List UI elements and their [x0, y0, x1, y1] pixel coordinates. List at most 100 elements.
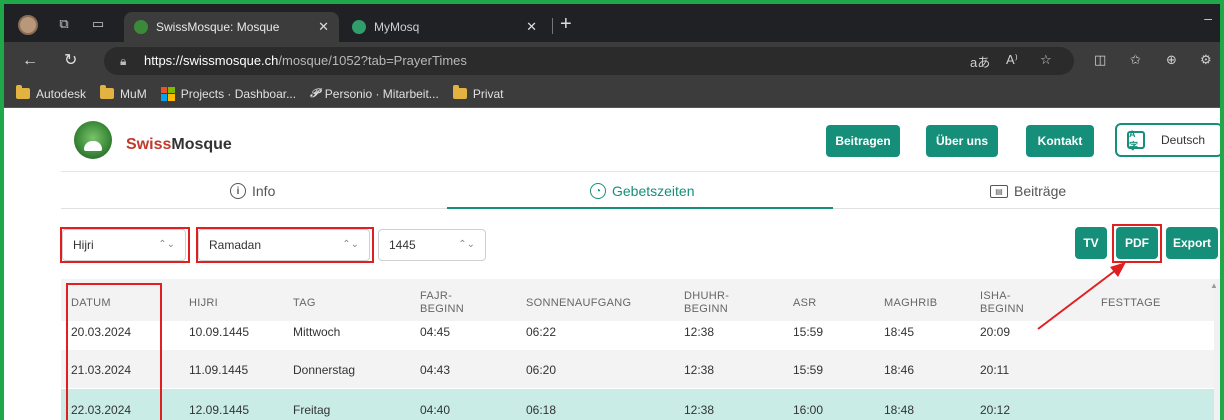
cell-dhuhr: 12:38: [684, 403, 715, 417]
cell-day: Freitag: [293, 403, 331, 417]
new-tab-icon[interactable]: +: [560, 14, 572, 34]
lock-icon: 🔒︎: [120, 54, 127, 68]
brand-name[interactable]: SwissMosque: [126, 136, 232, 154]
cell-isha: 20:12: [980, 403, 1011, 417]
profile-avatar[interactable]: [18, 15, 38, 35]
cell-sunrise: 06:18: [526, 403, 557, 417]
favorite-star-icon[interactable]: ☆: [1040, 52, 1052, 68]
bookmark-personio[interactable]: 𝒫 Personio · Mitarbeit...: [310, 86, 439, 101]
active-tab-indicator: [447, 207, 833, 209]
tab-prayer-times[interactable]: ◔ Gebetszeiten: [590, 183, 695, 199]
personio-icon: 𝒫: [310, 86, 319, 100]
minimize-icon[interactable]: –: [1204, 10, 1212, 26]
tab-label: Beiträge: [1014, 183, 1067, 199]
tab-label: Gebetszeiten: [612, 183, 695, 199]
projects-icon: [160, 86, 175, 101]
browser-tab-mymosq[interactable]: MyMosq ✕: [342, 12, 547, 42]
url-path: /mosque/1052?tab=PrayerTimes: [278, 53, 467, 68]
bookmark-mum[interactable]: MuM: [100, 85, 147, 101]
clock-icon: ◔: [590, 183, 606, 199]
cell-dhuhr: 12:38: [684, 325, 715, 339]
url-field[interactable]: 🔒︎ https://swissmosque.ch/mosque/1052?ta…: [104, 47, 1074, 75]
web-page: SwissMosque Beitragen Über uns Kontakt A…: [4, 109, 1220, 420]
site-header: SwissMosque Beitragen Über uns Kontakt A…: [4, 109, 1220, 171]
reload-icon[interactable]: ↻: [64, 52, 77, 70]
bookmark-label: Privat: [472, 86, 504, 101]
table-row[interactable]: 21.03.2024 11.09.1445 Donnerstag 04:43 0…: [61, 350, 1214, 388]
immersive-reader-icon[interactable]: A⁾: [1006, 52, 1018, 68]
info-icon: i: [230, 183, 246, 199]
split-screen-icon[interactable]: ◫: [1094, 52, 1106, 68]
scroll-up-icon[interactable]: ▲: [1210, 281, 1218, 290]
header-divider: [61, 171, 1220, 172]
about-button[interactable]: Über uns: [926, 125, 998, 157]
mymosq-favicon: [352, 20, 366, 34]
column-header[interactable]: MAGHRIB: [884, 297, 937, 310]
browser-tab-swissmosque[interactable]: SwissMosque: Mosque ✕: [124, 12, 339, 42]
language-selector[interactable]: A字 Deutsch: [1115, 123, 1220, 157]
folder-icon: [16, 85, 30, 99]
cell-sunrise: 06:22: [526, 325, 557, 339]
table-row-highlighted[interactable]: 22.03.2024 12.09.1445 Freitag 04:40 06:1…: [61, 389, 1214, 420]
tab-separator: [552, 18, 553, 34]
contact-button[interactable]: Kontakt: [1026, 125, 1094, 157]
annotation-box: [196, 227, 374, 263]
cell-day: Mittwoch: [293, 325, 341, 339]
tab-posts[interactable]: ▤ Beiträge: [990, 183, 1066, 199]
brand-mosque: Mosque: [171, 136, 232, 153]
workspaces-icon[interactable]: ⧉: [56, 16, 72, 32]
tab-title: MyMosq: [374, 20, 420, 34]
read-aloud-icon[interactable]: aあ: [970, 52, 990, 71]
bookmark-label: MuM: [120, 86, 147, 101]
bookmark-projects[interactable]: Projects · Dashboar...: [160, 86, 297, 101]
cell-maghrib: 18:45: [884, 325, 915, 339]
extensions-icon[interactable]: ⚙: [1200, 52, 1212, 68]
cell-maghrib: 18:46: [884, 363, 915, 377]
column-header[interactable]: FAJR- BEGINN: [420, 290, 464, 316]
folder-icon: [452, 85, 467, 99]
cell-hijri: 12.09.1445: [189, 403, 250, 417]
bookmark-label: Projects · Dashboar...: [180, 86, 297, 101]
select-chevron-icon: ⌃⌄: [458, 239, 475, 250]
folder-icon: [100, 85, 115, 99]
cell-asr: 16:00: [793, 403, 824, 417]
cell-fajr: 04:45: [420, 325, 451, 339]
cell-dhuhr: 12:38: [684, 363, 715, 377]
cell-fajr: 04:40: [420, 403, 451, 417]
bookmark-privat[interactable]: Privat: [452, 85, 504, 101]
year-value: 1445: [389, 238, 416, 252]
bookmark-label: Autodesk: [36, 86, 87, 101]
cell-fajr: 04:43: [420, 363, 451, 377]
close-tab-icon[interactable]: ✕: [318, 19, 329, 35]
column-header[interactable]: ISHA- BEGINN: [980, 290, 1024, 316]
tab-actions-icon[interactable]: ▭: [90, 16, 106, 32]
column-header[interactable]: DHUHR- BEGINN: [684, 290, 729, 316]
cell-day: Donnerstag: [293, 363, 356, 377]
cell-asr: 15:59: [793, 325, 824, 339]
contribute-button[interactable]: Beitragen: [826, 125, 900, 157]
tab-label: Info: [252, 183, 276, 199]
column-header[interactable]: ASR: [793, 297, 817, 310]
language-label: Deutsch: [1161, 133, 1206, 147]
annotation-box: [66, 283, 162, 420]
back-icon[interactable]: ←: [22, 52, 38, 70]
table-scrollbar[interactable]: [1214, 279, 1220, 420]
cell-sunrise: 06:20: [526, 363, 557, 377]
column-header[interactable]: SONNENAUFGANG: [526, 297, 631, 310]
collections-icon[interactable]: ⊕: [1166, 52, 1177, 68]
export-button[interactable]: Export: [1166, 227, 1218, 259]
bookmarks-bar: Autodesk MuM Projects · Dashboar... 𝒫 Per…: [4, 80, 1220, 108]
translate-icon: A字: [1127, 129, 1145, 151]
favorites-icon[interactable]: ✩: [1130, 52, 1141, 68]
year-select[interactable]: 1445 ⌃⌄: [378, 229, 486, 261]
column-header[interactable]: HIJRI: [189, 297, 218, 310]
bookmark-label: Personio · Mitarbeit...: [324, 86, 439, 101]
close-tab-icon[interactable]: ✕: [526, 19, 537, 35]
bookmark-autodesk[interactable]: Autodesk: [16, 85, 87, 101]
column-header[interactable]: TAG: [293, 297, 316, 310]
tab-info[interactable]: i Info: [230, 183, 275, 199]
site-logo[interactable]: [74, 121, 112, 159]
brand-swiss: Swiss: [126, 136, 172, 153]
cell-hijri: 10.09.1445: [189, 325, 250, 339]
annotation-box: [60, 227, 190, 263]
